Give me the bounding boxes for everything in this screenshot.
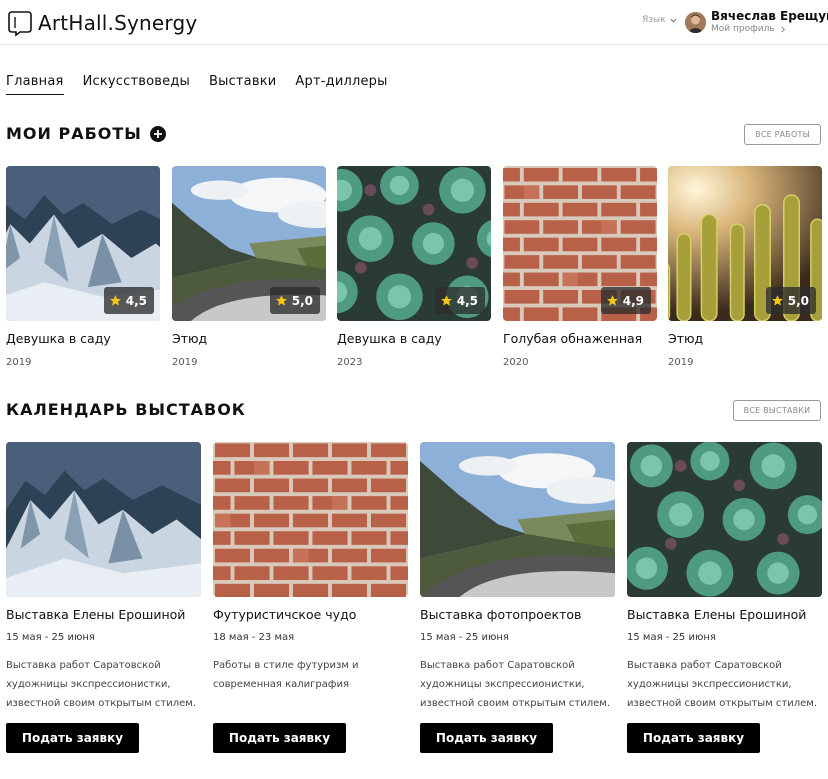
work-title[interactable]: Этюд [172,331,326,346]
profile-link[interactable]: Мой профиль [711,24,828,34]
work-image[interactable]: 4,5 [6,166,160,321]
rating-value: 4,5 [125,293,147,308]
exhibition-title[interactable]: Выставка фотопроектов [420,607,615,622]
work-year: 2020 [503,357,529,368]
exhibition-image[interactable] [420,442,615,597]
work-year: 2019 [172,357,198,368]
work-title[interactable]: Этюд [668,331,822,346]
language-label: Язык [642,15,666,25]
work-card[interactable]: 5,0 Этюд 2019 [668,166,822,368]
logo-text: ArtHall.Synergy [38,11,198,35]
exhibition-title[interactable]: Выставка Елены Ерошиной [627,607,822,622]
exhibition-image[interactable] [213,442,408,597]
main-nav: Главная Искусствоведы Выставки Арт-дилле… [6,74,407,95]
rating-value: 4,5 [456,293,478,308]
all-works-button[interactable]: ВСЕ РАБОТЫ [744,124,821,145]
user-menu[interactable]: Вячеслав Ерещук Мой профиль [685,9,828,34]
work-card[interactable]: 4,5 Девушка в саду 2023 [337,166,491,368]
frame-outline-icon [8,11,32,37]
exhibition-dates: 15 мая - 25 июня [6,632,95,643]
header: ArtHall.Synergy Язык Вячеслав Ерещук Мой… [0,0,828,45]
chevron-right-icon [781,26,785,32]
rating-badge: 4,5 [434,287,485,314]
nav-item-exhibitions[interactable]: Выставки [209,74,276,95]
exhibitions-section-title: КАЛЕНДАРЬ ВЫСТАВОК [6,400,246,419]
apply-button[interactable]: Подать заявку [627,723,760,753]
chevron-down-icon [670,18,677,23]
rating-value: 5,0 [787,293,809,308]
exhibitions-title: КАЛЕНДАРЬ ВЫСТАВОК [6,400,246,419]
works-title: МОИ РАБОТЫ [6,124,142,143]
rating-badge: 4,9 [600,287,651,314]
work-image[interactable]: 4,9 [503,166,657,321]
exhibition-dates: 15 мая - 25 июня [420,632,509,643]
exhibition-description: Выставка работ Саратовской художницы экс… [627,660,818,709]
language-selector[interactable]: Язык [642,15,677,25]
exhibition-image[interactable] [6,442,201,597]
work-image[interactable]: 4,5 [337,166,491,321]
rating-value: 5,0 [291,293,313,308]
avatar[interactable] [685,12,706,33]
profile-link-label: Мой профиль [711,24,775,34]
user-name: Вячеслав Ерещук [711,9,828,23]
nav-item-art-critics[interactable]: Искусствоведы [83,74,190,95]
exhibition-title[interactable]: Выставка Елены Ерошиной [6,607,201,622]
exhibition-description: Выставка работ Саратовской художницы экс… [420,660,611,709]
work-card[interactable]: 4,5 Девушка в саду 2019 [6,166,160,368]
rating-badge: 5,0 [765,287,816,314]
exhibition-dates: 15 мая - 25 июня [627,632,716,643]
star-icon [109,295,121,306]
rating-value: 4,9 [622,293,644,308]
exhibition-card: Выставка Елены Ерошиной 15 мая - 25 июня… [627,442,822,753]
exhibition-description: Работы в стиле футуризм и современная ка… [213,660,359,690]
exhibition-card: Футуристичское чудо 18 мая - 23 мая Рабо… [213,442,408,753]
apply-button[interactable]: Подать заявку [6,723,139,753]
work-year: 2019 [668,357,694,368]
exhibition-card: Выставка фотопроектов 15 мая - 25 июня В… [420,442,615,753]
star-icon [606,295,618,306]
all-exhibitions-button[interactable]: ВСЕ ВЫСТАВКИ [733,400,821,421]
plus-circle-icon[interactable] [149,125,166,142]
nav-item-art-dealers[interactable]: Арт-диллеры [295,74,387,95]
rating-badge: 5,0 [269,287,320,314]
star-icon [440,295,452,306]
exhibition-description: Выставка работ Саратовской художницы экс… [6,660,197,709]
exhibition-card: Выставка Елены Ерошиной 15 мая - 25 июня… [6,442,201,753]
work-year: 2019 [6,357,32,368]
apply-button[interactable]: Подать заявку [420,723,553,753]
work-title[interactable]: Девушка в саду [337,331,491,346]
work-card[interactable]: 4,9 Голубая обнаженная 2020 [503,166,657,368]
works-section-title: МОИ РАБОТЫ [6,124,166,143]
work-year: 2023 [337,357,363,368]
exhibition-title[interactable]: Футуристичское чудо [213,607,408,622]
star-icon [275,295,287,306]
logo[interactable]: ArtHall.Synergy [6,9,197,37]
work-image[interactable]: 5,0 [172,166,326,321]
rating-badge: 4,5 [103,287,154,314]
work-image[interactable]: 5,0 [668,166,822,321]
work-card[interactable]: 5,0 Этюд 2019 [172,166,326,368]
nav-item-home[interactable]: Главная [6,74,64,95]
exhibition-dates: 18 мая - 23 мая [213,632,295,643]
work-title[interactable]: Голубая обнаженная [503,331,657,346]
exhibition-image[interactable] [627,442,822,597]
star-icon [771,295,783,306]
apply-button[interactable]: Подать заявку [213,723,346,753]
work-title[interactable]: Девушка в саду [6,331,160,346]
